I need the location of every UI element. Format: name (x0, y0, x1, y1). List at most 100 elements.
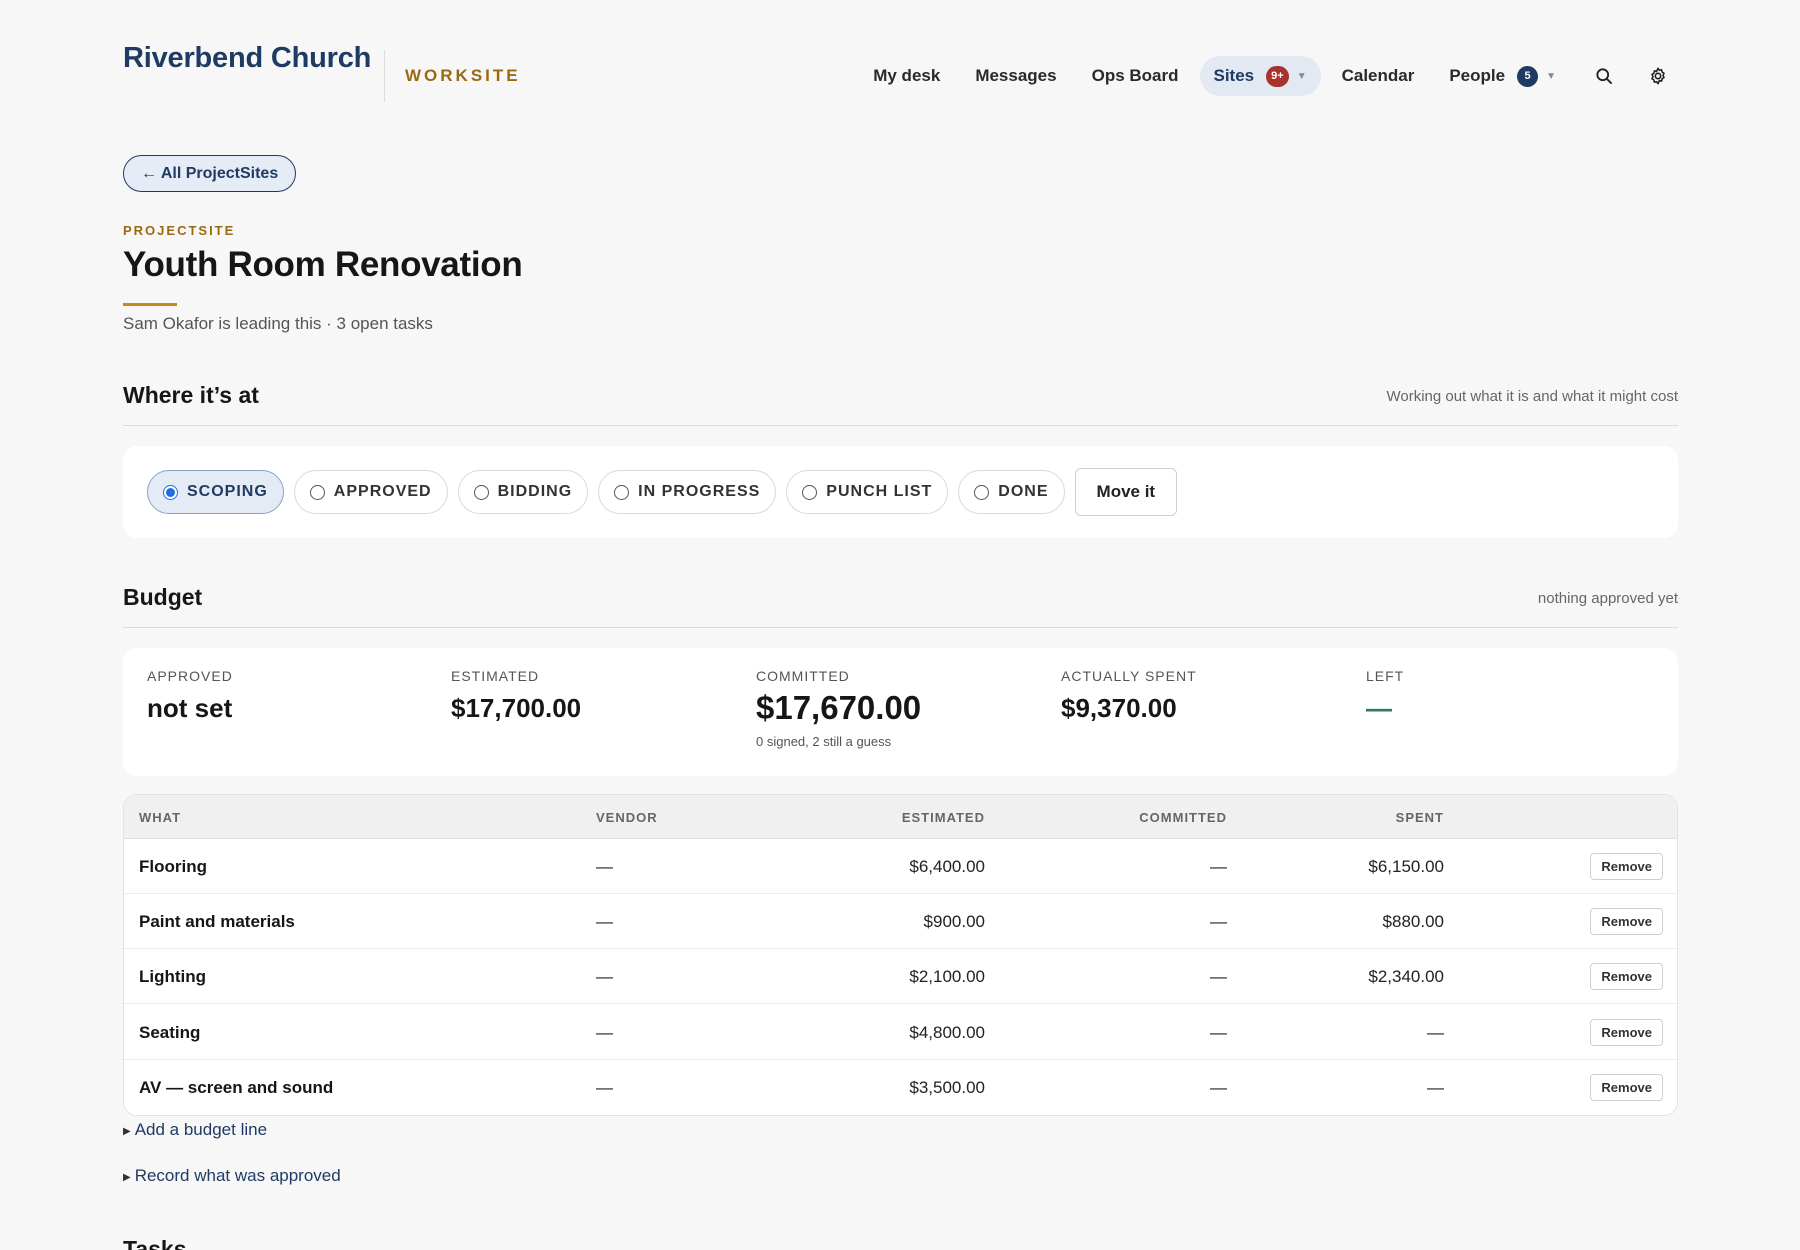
line-spent: $880.00 (1382, 912, 1444, 931)
table-row: AV — screen and sound — $3,500.00 — — Re… (124, 1060, 1677, 1115)
nav-label: Ops Board (1091, 66, 1179, 85)
line-estimated: $4,800.00 (909, 1023, 985, 1042)
nav-calendar[interactable]: Calendar (1328, 56, 1429, 96)
budget-summary: APPROVED not set ESTIMATED $17,700.00 CO… (123, 648, 1678, 776)
metric-value: $9,370.00 (1061, 693, 1177, 723)
nav-sites[interactable]: Sites 9+ ▼ (1199, 56, 1321, 96)
disclosure-label: Add a budget line (134, 1120, 268, 1139)
stage-label: DONE (998, 483, 1049, 500)
radio-empty-icon (974, 484, 990, 500)
budget-note: nothing approved yet (1537, 590, 1678, 607)
people-count-badge: 5 (1517, 65, 1539, 87)
page-title: Youth Room Renovation (123, 245, 523, 284)
gear-icon[interactable] (1638, 56, 1678, 96)
stage-option-scoping[interactable]: SCOPING (147, 470, 284, 514)
stage-options: SCOPING APPROVED BIDDING IN PROGRESS PUN… (147, 468, 1178, 516)
line-name: Paint and materials (139, 912, 295, 931)
stage-label: SCOPING (187, 483, 268, 500)
nav-my-desk[interactable]: My desk (859, 56, 954, 96)
line-spent: — (1427, 1078, 1444, 1097)
chevron-down-icon: ▼ (1546, 70, 1556, 82)
metric-value: — (1366, 693, 1392, 723)
remove-line-button[interactable]: Remove (1590, 1019, 1663, 1046)
nav-messages[interactable]: Messages (961, 56, 1070, 96)
line-estimated: $3,500.00 (909, 1078, 985, 1097)
line-name: AV — screen and sound (139, 1078, 334, 1097)
remove-line-button[interactable]: Remove (1590, 1074, 1663, 1101)
metric-label: ESTIMATED (451, 668, 540, 684)
line-spent: $6,150.00 (1368, 857, 1444, 876)
stage-option-punch-list[interactable]: PUNCH LIST (786, 470, 949, 514)
top-bar: Riverbend Church WORKSITE My desk Messag… (123, 0, 1678, 120)
nav-label: Calendar (1341, 66, 1415, 85)
metric-estimated: ESTIMATED $17,700.00 (451, 668, 581, 724)
line-name: Seating (139, 1023, 201, 1042)
remove-line-button[interactable]: Remove (1590, 853, 1663, 880)
nav-label: People (1449, 66, 1506, 85)
stage-option-done[interactable]: DONE (958, 470, 1065, 514)
section-title: Where it’s at (123, 382, 259, 408)
line-vendor: — (596, 1023, 613, 1042)
metric-value: $17,670.00 (756, 689, 922, 726)
line-estimated: $900.00 (923, 912, 985, 931)
status-section-header: Where it’s at Working out what it is and… (123, 382, 1678, 426)
nav-people[interactable]: People 5 ▼ (1435, 56, 1570, 96)
line-vendor: — (596, 1078, 613, 1097)
column-header-committed: COMMITTED (1139, 810, 1227, 825)
project-type-label: PROJECTSITE (123, 223, 236, 238)
radio-empty-icon (614, 484, 630, 500)
project-summary: Sam Okafor is leading this · 3 open task… (123, 314, 433, 333)
metric-committed: COMMITTED $17,670.00 0 signed, 2 still a… (756, 668, 921, 749)
line-name: Flooring (139, 857, 207, 876)
stage-option-approved[interactable]: APPROVED (293, 470, 448, 514)
brand-divider (384, 50, 385, 102)
brand-subtitle: WORKSITE (405, 66, 521, 85)
remove-line-button[interactable]: Remove (1590, 963, 1663, 990)
metric-value: $17,700.00 (451, 693, 582, 723)
radio-empty-icon (309, 484, 325, 500)
stage-label: BIDDING (497, 483, 573, 500)
metric-left: LEFT — (1366, 668, 1404, 724)
line-spent: — (1427, 1023, 1444, 1042)
brand-name[interactable]: Riverbend Church (123, 42, 371, 75)
sites-count-badge: 9+ (1266, 65, 1289, 87)
line-name: Lighting (139, 967, 207, 986)
nav-ops-board[interactable]: Ops Board (1078, 56, 1193, 96)
line-vendor: — (596, 912, 613, 931)
radio-empty-icon (473, 484, 489, 500)
table-row: Lighting — $2,100.00 — $2,340.00 Remove (124, 949, 1677, 1004)
metric-approved: APPROVED not set (147, 668, 233, 724)
stage-option-in-progress[interactable]: IN PROGRESS (598, 470, 777, 514)
nav-label: Messages (975, 66, 1057, 85)
radio-selected-icon (163, 484, 178, 500)
line-committed: — (1210, 912, 1227, 931)
line-vendor: — (596, 967, 613, 986)
search-icon[interactable] (1584, 56, 1624, 96)
section-title: Budget (123, 584, 203, 610)
page: Riverbend Church WORKSITE My desk Messag… (123, 0, 1678, 1250)
disclosure-triangle-icon: ▶ (123, 1172, 131, 1183)
move-it-button[interactable]: Move it (1074, 468, 1178, 516)
table-row: Paint and materials — $900.00 — $880.00 … (124, 894, 1677, 949)
metric-label: COMMITTED (756, 668, 850, 684)
main-nav: My desk Messages Ops Board Sites 9+ ▼ Ca… (852, 56, 1678, 96)
column-header-what: WHAT (139, 810, 182, 825)
line-estimated: $2,100.00 (909, 967, 985, 986)
table-row: Flooring — $6,400.00 — $6,150.00 Remove (124, 839, 1677, 894)
radio-empty-icon (802, 484, 818, 500)
all-projectsites-button[interactable]: ← All ProjectSites (123, 155, 297, 192)
metric-label: LEFT (1366, 668, 1405, 684)
metric-label: ACTUALLY SPENT (1061, 668, 1197, 684)
add-budget-line-toggle[interactable]: ▶ Add a budget line (123, 1120, 267, 1140)
line-committed: — (1210, 967, 1227, 986)
stage-option-bidding[interactable]: BIDDING (457, 470, 589, 514)
line-committed: — (1210, 857, 1227, 876)
stage-label: APPROVED (333, 483, 432, 500)
status-note: Working out what it is and what it might… (1386, 388, 1678, 405)
disclosure-label: Record what was approved (134, 1166, 341, 1185)
table-row: Seating — $4,800.00 — — Remove (124, 1005, 1677, 1060)
record-approved-toggle[interactable]: ▶ Record what was approved (123, 1166, 341, 1186)
remove-line-button[interactable]: Remove (1590, 908, 1663, 935)
line-committed: — (1210, 1023, 1227, 1042)
line-vendor: — (596, 857, 613, 876)
